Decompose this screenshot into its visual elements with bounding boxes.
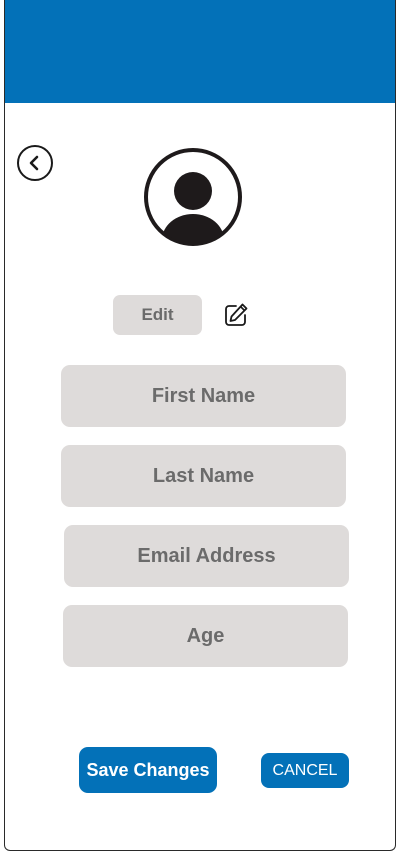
first-name-placeholder: First Name — [151, 384, 256, 407]
email-address-field[interactable]: Email Address — [64, 525, 349, 587]
chevron-left-icon — [29, 155, 39, 171]
last-name-field[interactable]: Last Name — [61, 445, 346, 507]
phone-frame: Edit First Name Last Name Email Address … — [4, 0, 396, 851]
cancel-label: CANCEL — [272, 761, 338, 779]
first-name-field[interactable]: First Name — [61, 365, 346, 427]
save-changes-label: Save Changes — [86, 759, 210, 780]
pencil-square-icon[interactable] — [223, 302, 249, 328]
cancel-button[interactable]: CANCEL — [261, 753, 349, 788]
edit-button-label: Edit — [141, 305, 174, 324]
back-button[interactable] — [17, 145, 53, 181]
save-changes-button[interactable]: Save Changes — [79, 747, 217, 793]
last-name-placeholder: Last Name — [152, 464, 255, 487]
age-field[interactable]: Age — [63, 605, 348, 667]
header-bar — [5, 0, 395, 103]
email-address-placeholder: Email Address — [137, 544, 276, 567]
age-placeholder: Age — [186, 624, 225, 647]
edit-button[interactable]: Edit — [113, 295, 202, 335]
user-avatar-icon — [144, 148, 242, 246]
